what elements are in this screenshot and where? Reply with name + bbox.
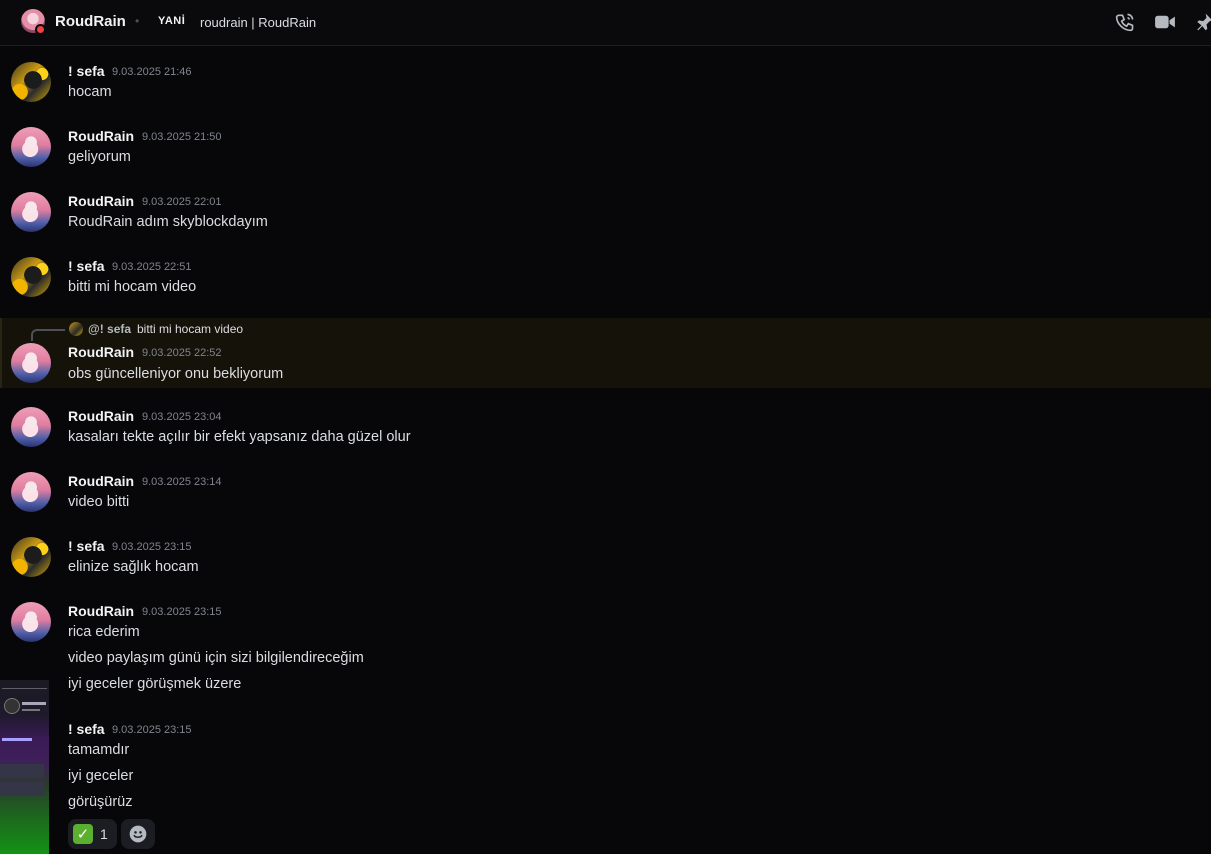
avatar[interactable] xyxy=(11,192,51,232)
message: ! sefa 9.03.2025 22:51 bitti mi hocam vi… xyxy=(0,241,1211,306)
message: ! sefa 9.03.2025 21:46 hocam xyxy=(0,46,1211,111)
reply-avatar[interactable] xyxy=(69,322,83,336)
message-text: bitti mi hocam video xyxy=(68,279,197,295)
message-timestamp: 9.03.2025 23:15 xyxy=(112,541,192,553)
message-author[interactable]: RoudRain xyxy=(68,603,134,619)
server-tag[interactable]: YANİ xyxy=(158,15,185,27)
message-timestamp: 9.03.2025 21:50 xyxy=(142,131,222,143)
message-text: görüşürüz xyxy=(68,794,133,810)
avatar[interactable] xyxy=(11,407,51,447)
message: ! sefa 9.03.2025 23:15 elinize sağlık ho… xyxy=(0,523,1211,588)
avatar[interactable] xyxy=(11,602,51,642)
message: RoudRain 9.03.2025 23:14 video bitti xyxy=(0,458,1211,523)
separator-dot: • xyxy=(135,14,140,28)
message-author[interactable]: RoudRain xyxy=(68,344,134,360)
message-text: obs güncelleniyor onu bekliyorum xyxy=(68,366,284,382)
message-timestamp: 9.03.2025 21:46 xyxy=(112,66,192,78)
message-timestamp: 9.03.2025 23:04 xyxy=(142,411,222,423)
message-timestamp: 9.03.2025 22:01 xyxy=(142,196,222,208)
screen-share-thumbnail[interactable] xyxy=(0,680,49,854)
message-author[interactable]: ! sefa xyxy=(68,63,105,79)
add-reaction-button[interactable] xyxy=(121,819,155,849)
message-text: rica ederim xyxy=(68,624,140,640)
message-timestamp: 9.03.2025 22:51 xyxy=(112,261,192,273)
message-timestamp: 9.03.2025 23:14 xyxy=(142,476,222,488)
add-reaction-icon xyxy=(129,825,147,843)
reply-preview-text[interactable]: bitti mi hocam video xyxy=(137,322,243,336)
avatar[interactable] xyxy=(11,537,51,577)
phone-call-icon[interactable] xyxy=(1114,11,1136,33)
dnd-status-icon xyxy=(35,24,46,35)
message-text: elinize sağlık hocam xyxy=(68,559,199,575)
message: RoudRain 9.03.2025 22:01 RoudRain adım s… xyxy=(0,176,1211,241)
message-text: tamamdır xyxy=(68,742,130,758)
message: RoudRain 9.03.2025 23:04 kasaları tekte … xyxy=(0,393,1211,458)
check-mark-icon: ✓ xyxy=(73,824,93,844)
avatar[interactable] xyxy=(11,257,51,297)
reply-connector xyxy=(31,329,65,341)
message: RoudRain 9.03.2025 21:50 geliyorum xyxy=(0,111,1211,176)
message-author[interactable]: RoudRain xyxy=(68,473,134,489)
pin-icon[interactable] xyxy=(1193,11,1211,33)
channel-header: RoudRain • YANİ roudrain | RoudRain xyxy=(0,0,1211,46)
avatar[interactable] xyxy=(11,343,51,383)
message-author[interactable]: RoudRain xyxy=(68,193,134,209)
message-text: geliyorum xyxy=(68,149,131,165)
message-author[interactable]: ! sefa xyxy=(68,538,105,554)
reaction-count: 1 xyxy=(100,826,108,842)
message-author[interactable]: RoudRain xyxy=(68,408,134,424)
avatar[interactable] xyxy=(11,62,51,102)
reply-author[interactable]: @! sefa xyxy=(88,322,131,336)
message-text: kasaları tekte açılır bir efekt yapsanız… xyxy=(68,429,411,445)
video-call-icon[interactable] xyxy=(1154,11,1176,33)
header-username[interactable]: RoudRain xyxy=(55,13,126,30)
message: ! sefa 9.03.2025 23:15 tamamdır iyi gece… xyxy=(0,706,1211,826)
message-author[interactable]: ! sefa xyxy=(68,258,105,274)
message-timestamp: 9.03.2025 22:52 xyxy=(142,347,222,359)
avatar[interactable] xyxy=(11,472,51,512)
message-timestamp: 9.03.2025 23:15 xyxy=(112,724,192,736)
message-text: hocam xyxy=(68,84,112,100)
avatar[interactable] xyxy=(11,127,51,167)
custom-status: roudrain | RoudRain xyxy=(200,15,317,30)
message-timestamp: 9.03.2025 23:15 xyxy=(142,606,222,618)
message-author[interactable]: ! sefa xyxy=(68,721,105,737)
message-text: video paylaşım günü için sizi bilgilendi… xyxy=(68,650,364,666)
message-text: video bitti xyxy=(68,494,130,510)
message-text: iyi geceler görüşmek üzere xyxy=(68,676,242,692)
message-list[interactable]: ! sefa 9.03.2025 21:46 hocam RoudRain 9.… xyxy=(0,46,1211,854)
reaction-check[interactable]: ✓ 1 xyxy=(68,819,117,849)
message-text: iyi geceler xyxy=(68,768,134,784)
message-text: RoudRain adım skyblockdayım xyxy=(68,214,268,230)
message: RoudRain 9.03.2025 23:15 rica ederim vid… xyxy=(0,588,1211,700)
message-author[interactable]: RoudRain xyxy=(68,128,134,144)
